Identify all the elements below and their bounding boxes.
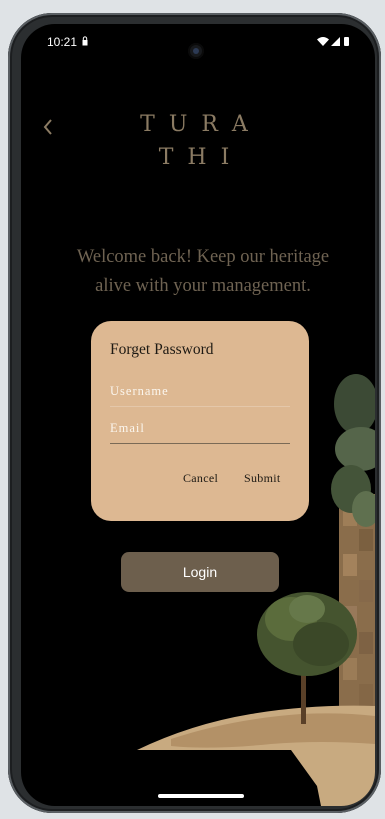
- home-indicator[interactable]: [158, 794, 244, 798]
- cancel-button[interactable]: Cancel: [183, 471, 218, 486]
- chevron-left-icon[interactable]: [41, 118, 55, 136]
- logo-text-line2: THI: [158, 145, 244, 170]
- logo-text-line1: TURA: [140, 112, 262, 137]
- welcome-line1: Welcome back! Keep our heritage: [76, 247, 330, 267]
- welcome-message: Welcome back! Keep our heritage alive wi…: [43, 243, 363, 301]
- forget-password-dialog: Forget Password Cancel Submit: [91, 321, 309, 521]
- dialog-title: Forget Password: [110, 341, 214, 358]
- username-input[interactable]: [110, 376, 290, 407]
- email-input[interactable]: [110, 413, 290, 444]
- welcome-line2: alive with your management.: [95, 276, 311, 296]
- login-button[interactable]: Login: [121, 552, 279, 592]
- app-screen: 10:21 TURA THI Welcome back! Keep our he…: [21, 24, 375, 806]
- submit-button[interactable]: Submit: [244, 471, 280, 486]
